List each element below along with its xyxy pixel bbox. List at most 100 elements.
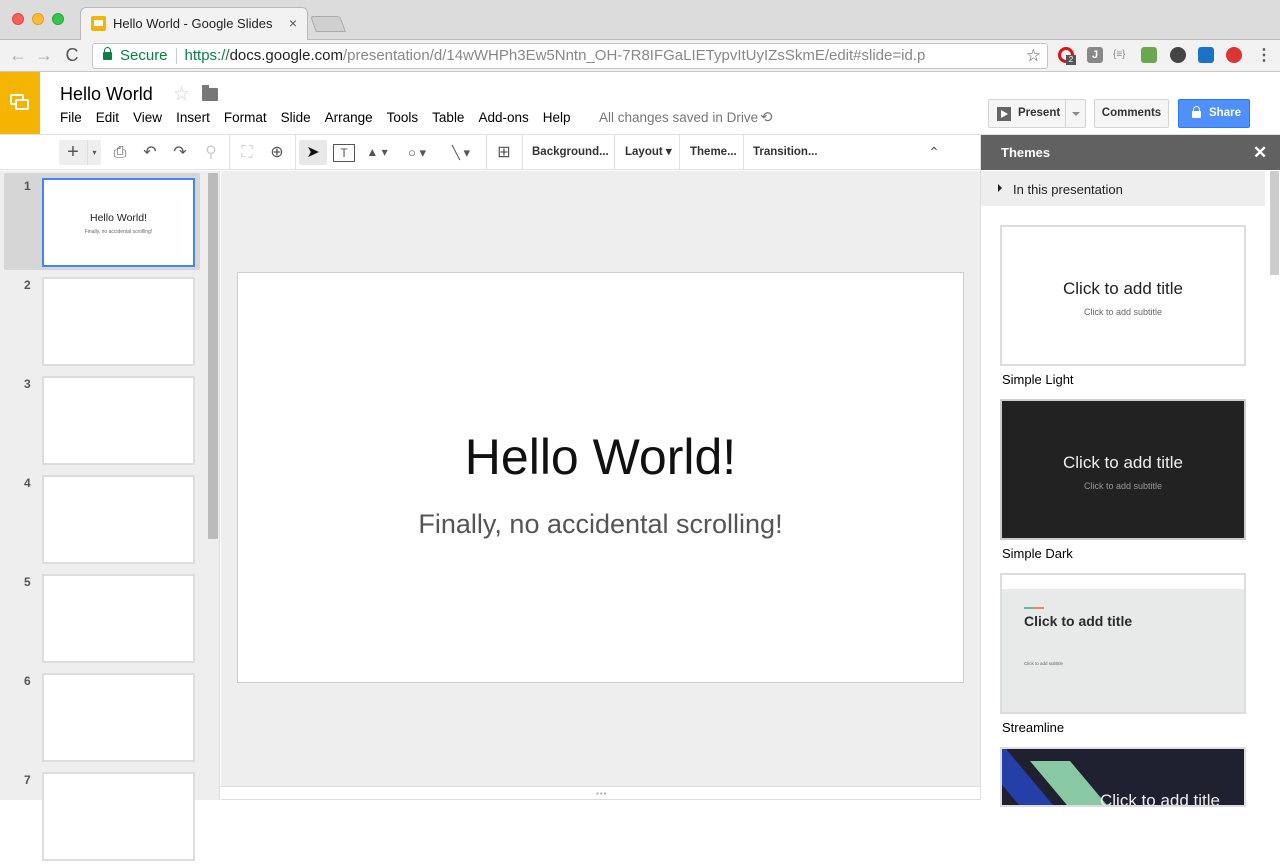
filmstrip-scrollbar[interactable] (208, 173, 218, 539)
print-icon[interactable]: ⎙ (109, 140, 131, 165)
trello-extension-icon[interactable] (1198, 47, 1214, 63)
image-tool-icon[interactable]: ▲ ▾ (362, 140, 392, 165)
reload-button[interactable]: C (62, 45, 82, 66)
menu-addons[interactable]: Add-ons (472, 110, 534, 125)
menu-file[interactable]: File (54, 110, 88, 125)
filmstrip-slide[interactable]: 1 Hello World! Finally, no accidental sc… (4, 173, 200, 270)
share-button[interactable]: Share (1178, 99, 1250, 128)
dark-extension-icon[interactable] (1170, 47, 1186, 63)
speaker-notes-resize-bar[interactable]: ▪▪▪ (221, 786, 980, 800)
slide-thumbnail[interactable] (42, 277, 195, 366)
textbox-tool-icon[interactable]: T (333, 144, 355, 162)
menu-insert[interactable]: Insert (170, 110, 216, 125)
star-icon[interactable]: ☆ (173, 83, 190, 106)
theme-name: Simple Dark (1000, 546, 1246, 561)
line-tool-icon[interactable]: ╲ ▾ (443, 140, 479, 165)
folder-icon[interactable] (202, 88, 218, 101)
theme-thumb-title: Click to add title (1100, 791, 1220, 807)
close-icon[interactable]: ✕ (1253, 143, 1267, 163)
menu-arrange[interactable]: Arrange (319, 110, 379, 125)
layout-button[interactable]: Layout ▾ (615, 135, 682, 170)
slide-number: 7 (24, 773, 31, 787)
menu-view[interactable]: View (127, 110, 168, 125)
revision-history-icon[interactable]: ⟲ (760, 108, 773, 126)
filmstrip-slide[interactable]: 6 (4, 668, 200, 765)
slide-number: 6 (24, 674, 31, 688)
zoom-fit-icon[interactable]: ⛶ (236, 140, 258, 165)
red-extension-icon[interactable] (1226, 47, 1242, 63)
shape-tool-icon[interactable]: ○ ▾ (400, 140, 434, 165)
slide-thumbnail[interactable] (42, 772, 195, 861)
new-tab-button[interactable] (310, 16, 346, 32)
accent-line (1034, 607, 1044, 609)
filmstrip-slide[interactable]: 7 (4, 767, 200, 864)
save-status[interactable]: All changes saved in Drive (599, 110, 758, 125)
theme-thumbnail[interactable]: Click to add title (1000, 747, 1246, 807)
redo-icon[interactable]: ↷ (169, 140, 191, 165)
slide-thumbnail[interactable]: Hello World! Finally, no accidental scro… (42, 178, 195, 267)
theme-thumbnail[interactable]: Click to add title Click to add subtitle (1000, 225, 1246, 366)
slides-favicon-icon (91, 16, 106, 31)
slide-thumbnail[interactable] (42, 673, 195, 762)
paint-format-icon[interactable]: ⚲ (200, 140, 222, 165)
window-maximize-button[interactable] (52, 13, 64, 25)
new-slide-layout-caret-icon[interactable]: ▾ (87, 140, 101, 165)
theme-card-simple-light[interactable]: Click to add title Click to add subtitle… (1000, 225, 1246, 387)
url-scheme: https:// (185, 47, 230, 64)
thumbnail-subtitle: Finally, no accidental scrolling! (44, 229, 193, 235)
tab-close-icon[interactable]: × (289, 15, 297, 31)
menu-format[interactable]: Format (218, 110, 273, 125)
window-minimize-button[interactable] (32, 13, 44, 25)
bookmark-star-icon[interactable]: ☆ (1026, 44, 1041, 68)
slide-thumbnail[interactable] (42, 475, 195, 564)
window-close-button[interactable] (12, 13, 24, 25)
theme-thumbnail[interactable]: Click to add title Click to add subtitle (1000, 573, 1246, 714)
menu-tools[interactable]: Tools (381, 110, 425, 125)
in-this-presentation-section[interactable]: In this presentation (981, 171, 1265, 206)
filmstrip-slide[interactable]: 5 (4, 569, 200, 666)
transition-button[interactable]: Transition... (743, 135, 828, 170)
green-extension-icon[interactable] (1141, 47, 1157, 63)
toolbar-divider (486, 135, 487, 170)
browser-menu-icon[interactable]: ⋮ (1256, 45, 1272, 65)
collapse-toolbar-icon[interactable]: ⌃ (924, 140, 944, 165)
url-host: docs.google.com (230, 47, 343, 64)
slide-thumbnail[interactable] (42, 574, 195, 663)
slides-logo-icon[interactable] (0, 72, 40, 134)
theme-thumbnail[interactable]: Click to add title Click to add subtitle (1000, 399, 1246, 540)
address-bar[interactable]: Securehttps://docs.google.com/presentati… (92, 43, 1048, 69)
filmstrip-slide[interactable]: 3 (4, 371, 200, 468)
slide-thumbnail[interactable] (42, 376, 195, 465)
theme-button[interactable]: Theme... (680, 135, 747, 170)
comments-button[interactable]: Comments (1094, 99, 1169, 128)
slide-title[interactable]: Hello World! (238, 428, 963, 486)
undo-icon[interactable]: ↶ (139, 140, 161, 165)
browser-tab-active[interactable]: Hello World - Google Slides × (80, 7, 308, 41)
forward-button[interactable]: → (34, 45, 54, 66)
drag-handle-icon[interactable]: ▪▪▪ (596, 789, 608, 798)
menu-edit[interactable]: Edit (90, 110, 125, 125)
select-tool-icon[interactable]: ➤ (299, 140, 327, 165)
json-extension-icon[interactable]: {≡} (1113, 47, 1133, 63)
current-slide[interactable]: Hello World! Finally, no accidental scro… (237, 272, 964, 683)
background-button[interactable]: Background... (522, 135, 619, 170)
slide-subtitle[interactable]: Finally, no accidental scrolling! (238, 509, 963, 540)
share-label: Share (1209, 100, 1241, 127)
filmstrip-slide[interactable]: 4 (4, 470, 200, 567)
j-extension-icon[interactable]: J (1087, 47, 1103, 63)
add-comment-icon[interactable]: ⊞ (493, 140, 515, 165)
filmstrip-slide[interactable]: 2 (4, 272, 200, 369)
menu-table[interactable]: Table (426, 110, 470, 125)
zoom-icon[interactable]: ⊕ (266, 140, 288, 165)
present-options-caret-icon[interactable] (1072, 112, 1080, 116)
menu-help[interactable]: Help (537, 110, 577, 125)
theme-card-streamline[interactable]: Click to add title Click to add subtitle… (1000, 573, 1246, 735)
new-slide-button[interactable]: + (59, 140, 87, 165)
theme-card-partial[interactable]: Click to add title (1000, 747, 1246, 807)
theme-card-simple-dark[interactable]: Click to add title Click to add subtitle… (1000, 399, 1246, 561)
themes-scrollbar[interactable] (1270, 171, 1279, 275)
document-title[interactable]: Hello World (60, 84, 153, 105)
back-button[interactable]: ← (8, 45, 28, 66)
menu-slide[interactable]: Slide (275, 110, 317, 125)
present-button[interactable]: Present (988, 99, 1086, 128)
